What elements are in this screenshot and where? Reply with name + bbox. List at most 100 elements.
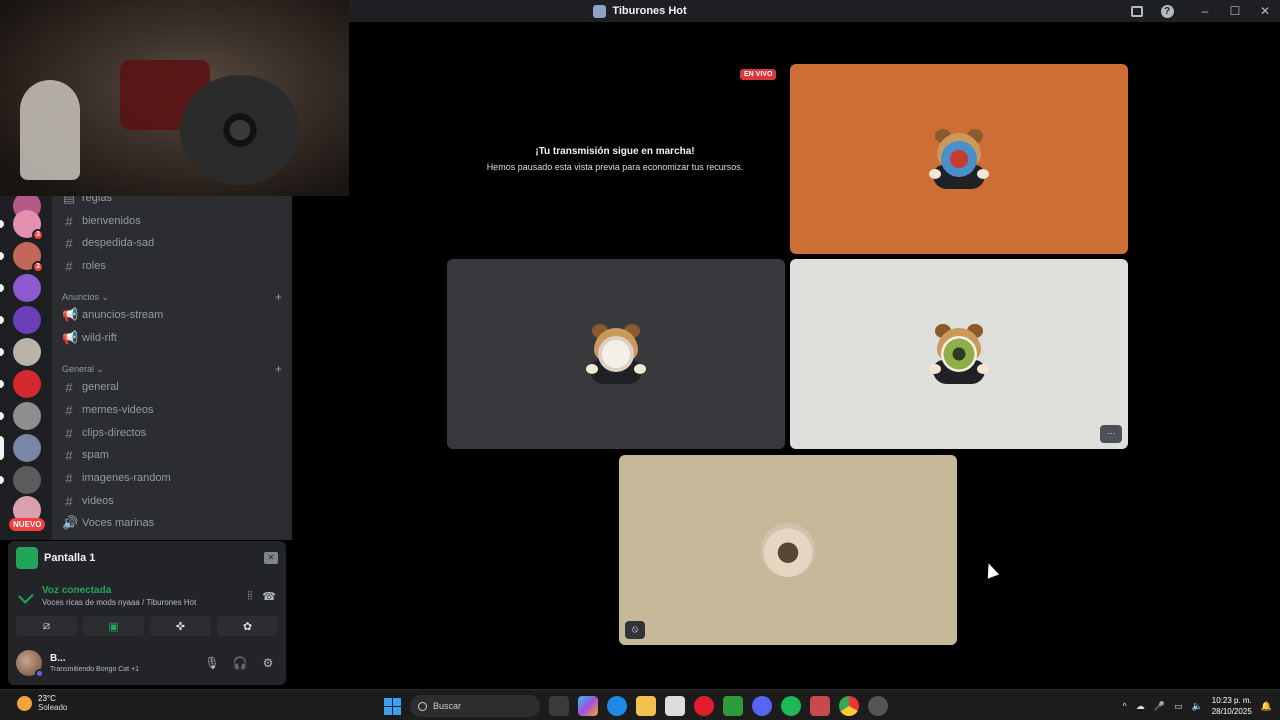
- channel-wild-rift[interactable]: 📢 wild-rift: [60, 328, 284, 348]
- inbox-button[interactable]: [1122, 0, 1152, 22]
- edge-icon[interactable]: [607, 696, 627, 716]
- microphone-icon[interactable]: 🎤: [1154, 701, 1165, 712]
- unread-pill: [0, 316, 4, 324]
- avatar[interactable]: [16, 650, 44, 678]
- channel-label: Voces marinas: [82, 517, 155, 529]
- hash-icon: #: [65, 379, 73, 395]
- screen-share-button[interactable]: ▣: [83, 616, 144, 636]
- camera-button[interactable]: ⧄: [16, 616, 77, 636]
- disconnect-icon[interactable]: ☎: [262, 590, 276, 603]
- store-icon[interactable]: [665, 696, 685, 716]
- participant-avatar: [584, 322, 648, 386]
- network-icon[interactable]: ▭: [1174, 701, 1183, 712]
- hash-icon: #: [65, 447, 73, 463]
- participant-tile[interactable]: [447, 259, 785, 449]
- add-channel-icon[interactable]: +: [275, 362, 282, 376]
- participant-avatar: [927, 322, 991, 386]
- channel-memes-videos[interactable]: # memes-videos: [60, 400, 284, 420]
- channel-roles[interactable]: # roles: [60, 256, 284, 276]
- paused-text: Hemos pausado esta vista previa para eco…: [486, 162, 744, 172]
- minimize-button[interactable]: –: [1190, 0, 1220, 22]
- close-button[interactable]: ✕: [1250, 0, 1280, 22]
- stop-stream-icon[interactable]: ✕: [264, 552, 278, 564]
- webcam-overlay: [0, 0, 349, 196]
- avatar-part: [929, 364, 941, 374]
- search-icon: [418, 701, 427, 711]
- volume-icon[interactable]: 🔈: [1192, 701, 1203, 712]
- clock[interactable]: 10:23 p. m. 28/10/2025: [1212, 695, 1252, 717]
- minecraft-icon[interactable]: [723, 696, 743, 716]
- notifications-icon[interactable]: 🔔: [1261, 701, 1272, 712]
- onedrive-icon[interactable]: ☁: [1136, 701, 1145, 712]
- taskbar-search[interactable]: Buscar: [410, 695, 540, 717]
- webcam-object: [20, 80, 80, 180]
- server-icon[interactable]: [13, 434, 41, 462]
- soundboard-button[interactable]: ✿: [217, 616, 278, 636]
- channel-anuncios-stream[interactable]: 📢 anuncios-stream: [60, 305, 284, 325]
- microphone-button[interactable]: 🎙: [202, 653, 222, 673]
- start-button[interactable]: [384, 697, 401, 715]
- channel-list: ▤ reglas # bienvenidos # despedida-sad # rol…: [52, 190, 292, 540]
- server-icon[interactable]: [13, 370, 41, 398]
- server-icon[interactable]: [13, 338, 41, 366]
- avatar-part: [598, 336, 634, 372]
- user-panel: B... Transmitiendo Bongo Cat +1 🎙 🎧 ⚙: [8, 641, 286, 685]
- chevron-up-icon[interactable]: ^: [1123, 701, 1127, 711]
- channel-general[interactable]: # general: [60, 377, 284, 397]
- participant-tile[interactable]: ⦸: [619, 455, 957, 645]
- settings-button[interactable]: ⚙: [258, 653, 278, 673]
- server-icon[interactable]: 3: [13, 242, 44, 273]
- server-icon[interactable]: [13, 402, 41, 430]
- windows-icon: [384, 706, 392, 715]
- weather-widget[interactable]: 23°C Soleado: [17, 694, 67, 712]
- spotify-icon[interactable]: [781, 696, 801, 716]
- voice-panel: Pantalla 1 ✕ Voz conectada Voces ricas d…: [8, 541, 286, 641]
- user-info[interactable]: B... Transmitiendo Bongo Cat +1: [50, 653, 194, 673]
- channel-despedida[interactable]: # despedida-sad: [60, 233, 284, 253]
- hash-icon: #: [65, 425, 73, 441]
- headphones-button[interactable]: 🎧: [230, 653, 250, 673]
- copilot-icon[interactable]: [578, 696, 598, 716]
- paused-title: ¡Tu transmisión sigue en marcha!: [535, 146, 695, 157]
- more-options-button[interactable]: ···: [1100, 425, 1122, 443]
- opera-icon[interactable]: [694, 696, 714, 716]
- server-icon[interactable]: [13, 274, 41, 302]
- server-icon[interactable]: [13, 466, 41, 494]
- category-anuncios[interactable]: Anuncios ⌄ +: [62, 290, 282, 304]
- chrome-icon[interactable]: [839, 696, 859, 716]
- windows-icon: [393, 706, 401, 715]
- discord-icon[interactable]: [752, 696, 772, 716]
- channel-videos[interactable]: # videos: [60, 491, 284, 511]
- microphone-icon: 🎙: [204, 656, 220, 670]
- participant-tile[interactable]: ···: [790, 259, 1128, 449]
- voice-status[interactable]: Voz conectada Voces ricas de mods nyaaa …: [42, 585, 237, 607]
- file-explorer-icon[interactable]: [636, 696, 656, 716]
- server-icon[interactable]: 3: [13, 210, 44, 241]
- voice-location: Voces ricas de mods nyaaa / Tiburones Ho…: [42, 598, 197, 607]
- help-button[interactable]: ?: [1152, 0, 1182, 22]
- maximize-button[interactable]: ☐: [1220, 0, 1250, 22]
- muted-indicator[interactable]: ⦸: [625, 621, 645, 639]
- channel-label: spam: [82, 449, 109, 461]
- participant-tile[interactable]: [790, 64, 1128, 254]
- close-icon: ✕: [1259, 4, 1271, 18]
- task-view-icon[interactable]: [549, 696, 569, 716]
- activities-button[interactable]: ✜: [150, 616, 211, 636]
- activities-icon: ✜: [175, 620, 186, 633]
- obs-icon[interactable]: [868, 696, 888, 716]
- server-icon[interactable]: [13, 306, 41, 334]
- channel-imagenes-random[interactable]: # imagenes-random: [60, 468, 284, 488]
- channel-bienvenidos[interactable]: # bienvenidos: [60, 211, 284, 231]
- voice-status-text: Voz conectada: [42, 585, 112, 596]
- channel-spam[interactable]: # spam: [60, 445, 284, 465]
- channel-label: memes-videos: [82, 404, 154, 416]
- windows-icon: [384, 697, 392, 706]
- channel-clips-directos[interactable]: # clips-directos: [60, 423, 284, 443]
- voice-channel-voces-marinas[interactable]: 🔊 Voces marinas: [60, 513, 284, 533]
- category-general[interactable]: General ⌄ +: [62, 362, 282, 376]
- hash-icon: #: [65, 470, 73, 486]
- add-channel-icon[interactable]: +: [275, 290, 282, 304]
- app-icon[interactable]: [810, 696, 830, 716]
- noise-suppression-icon[interactable]: ⦙⦙: [247, 590, 252, 603]
- stream-preview-row: Pantalla 1 ✕: [16, 547, 278, 569]
